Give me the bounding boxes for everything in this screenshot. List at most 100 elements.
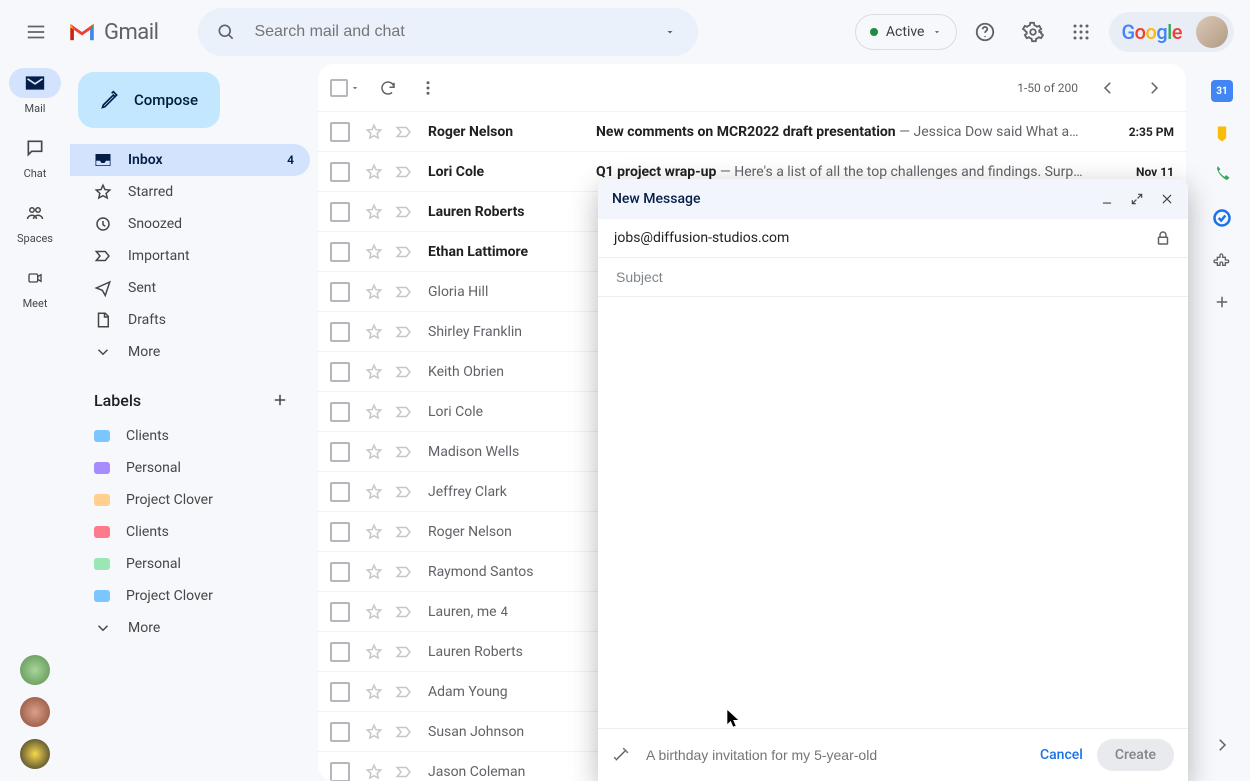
row-checkbox[interactable] [330, 442, 350, 462]
apps-button[interactable] [1061, 12, 1101, 52]
page-next-button[interactable] [1134, 68, 1174, 108]
row-important-button[interactable] [394, 723, 414, 741]
row-star-button[interactable] [364, 443, 384, 461]
row-checkbox[interactable] [330, 522, 350, 542]
row-important-button[interactable] [394, 563, 414, 581]
nav-item-more[interactable]: More [70, 336, 310, 368]
row-important-button[interactable] [394, 243, 414, 261]
row-important-button[interactable] [394, 443, 414, 461]
side-app-call[interactable] [1212, 166, 1232, 186]
row-checkbox[interactable] [330, 202, 350, 222]
nav-item-drafts[interactable]: Drafts [70, 304, 310, 336]
row-checkbox[interactable] [330, 562, 350, 582]
presence-avatar[interactable] [20, 655, 50, 685]
row-checkbox[interactable] [330, 322, 350, 342]
compose-close-button[interactable] [1160, 192, 1174, 206]
row-checkbox[interactable] [330, 362, 350, 382]
compose-body-input[interactable] [598, 297, 1188, 728]
rail-item-spaces[interactable]: Spaces [0, 198, 70, 245]
compose-recipients-row[interactable]: jobs@diffusion-studios.com [598, 219, 1188, 258]
search-button[interactable] [206, 12, 246, 52]
row-star-button[interactable] [364, 363, 384, 381]
compose-button[interactable]: Compose [78, 72, 220, 128]
row-checkbox[interactable] [330, 162, 350, 182]
page-prev-button[interactable] [1088, 68, 1128, 108]
row-star-button[interactable] [364, 323, 384, 341]
row-star-button[interactable] [364, 683, 384, 701]
row-checkbox[interactable] [330, 722, 350, 742]
row-star-button[interactable] [364, 483, 384, 501]
row-checkbox[interactable] [330, 602, 350, 622]
account-button[interactable]: Google [1109, 12, 1234, 52]
side-app-get-addon[interactable] [1212, 292, 1232, 312]
search-options-button[interactable] [650, 12, 690, 52]
row-checkbox[interactable] [330, 122, 350, 142]
label-item[interactable]: Clients [70, 420, 310, 452]
more-actions-button[interactable] [408, 68, 448, 108]
support-button[interactable] [965, 12, 1005, 52]
row-important-button[interactable] [394, 363, 414, 381]
row-star-button[interactable] [364, 563, 384, 581]
compose-help-input[interactable] [644, 746, 1026, 764]
row-checkbox[interactable] [330, 482, 350, 502]
row-important-button[interactable] [394, 323, 414, 341]
row-important-button[interactable] [394, 603, 414, 621]
side-app-calendar[interactable]: 31 [1211, 80, 1233, 102]
label-item[interactable]: Personal [70, 548, 310, 580]
labels-item-more[interactable]: More [70, 612, 310, 644]
row-checkbox[interactable] [330, 762, 350, 781]
status-pill[interactable]: Active [855, 14, 958, 50]
row-important-button[interactable] [394, 283, 414, 301]
rail-item-mail[interactable]: Mail [0, 68, 70, 115]
presence-avatar[interactable] [20, 739, 50, 769]
label-item[interactable]: Clients [70, 516, 310, 548]
nav-item-sent[interactable]: Sent [70, 272, 310, 304]
compose-help-cancel-button[interactable]: Cancel [1040, 747, 1083, 763]
select-all-checkbox[interactable] [330, 79, 348, 97]
row-important-button[interactable] [394, 403, 414, 421]
row-star-button[interactable] [364, 643, 384, 661]
row-star-button[interactable] [364, 283, 384, 301]
compose-minimize-button[interactable] [1100, 192, 1114, 206]
label-item[interactable]: Project Clover [70, 580, 310, 612]
row-star-button[interactable] [364, 123, 384, 141]
refresh-button[interactable] [368, 68, 408, 108]
rail-item-chat[interactable]: Chat [0, 133, 70, 180]
nav-item-snoozed[interactable]: Snoozed [70, 208, 310, 240]
row-star-button[interactable] [364, 763, 384, 781]
row-star-button[interactable] [364, 203, 384, 221]
row-checkbox[interactable] [330, 682, 350, 702]
side-app-keep[interactable] [1212, 124, 1232, 144]
nav-item-starred[interactable]: Starred [70, 176, 310, 208]
row-important-button[interactable] [394, 163, 414, 181]
compose-title-bar[interactable]: New Message [598, 179, 1188, 219]
add-label-button[interactable] [266, 386, 294, 414]
row-important-button[interactable] [394, 643, 414, 661]
row-important-button[interactable] [394, 483, 414, 501]
side-app-addons[interactable] [1212, 250, 1232, 270]
search-bar[interactable] [198, 8, 698, 56]
row-important-button[interactable] [394, 763, 414, 781]
row-star-button[interactable] [364, 163, 384, 181]
message-row[interactable]: Roger NelsonNew comments on MCR2022 draf… [318, 111, 1186, 151]
rail-item-meet[interactable]: Meet [0, 263, 70, 310]
nav-item-important[interactable]: Important [70, 240, 310, 272]
side-app-tasks[interactable] [1212, 208, 1232, 228]
compose-subject-row[interactable] [598, 258, 1188, 297]
main-menu-button[interactable] [16, 12, 56, 52]
select-all-control[interactable] [330, 79, 360, 97]
settings-button[interactable] [1013, 12, 1053, 52]
compose-confidential-button[interactable] [1154, 229, 1172, 247]
row-checkbox[interactable] [330, 242, 350, 262]
row-checkbox[interactable] [330, 402, 350, 422]
compose-fullscreen-button[interactable] [1130, 192, 1144, 206]
presence-avatar[interactable] [20, 697, 50, 727]
row-star-button[interactable] [364, 723, 384, 741]
row-star-button[interactable] [364, 603, 384, 621]
compose-help-create-button[interactable]: Create [1097, 739, 1174, 771]
gmail-logo[interactable]: Gmail [68, 20, 158, 45]
label-item[interactable]: Personal [70, 452, 310, 484]
row-star-button[interactable] [364, 403, 384, 421]
search-input[interactable] [246, 23, 650, 41]
row-important-button[interactable] [394, 203, 414, 221]
